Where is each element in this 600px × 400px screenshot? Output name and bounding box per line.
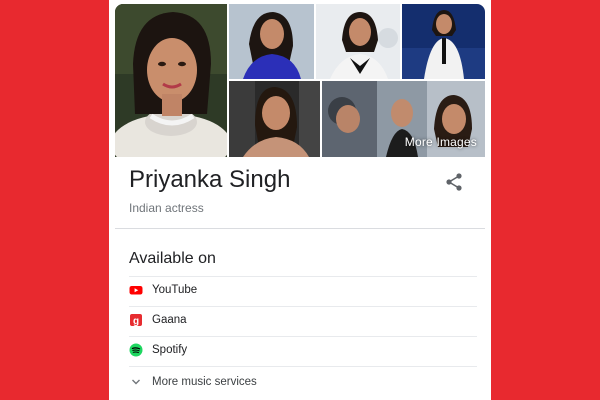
gallery-image-5[interactable] — [229, 81, 320, 157]
service-youtube[interactable]: YouTube — [129, 276, 477, 304]
entity-title: Priyanka Singh — [129, 166, 291, 193]
gallery-image-4[interactable] — [402, 4, 485, 79]
knowledge-panel-card: More Images Priyanka Singh Indian actres… — [109, 0, 491, 400]
gallery-image-3[interactable] — [316, 4, 400, 79]
gaana-icon: g — [129, 313, 143, 327]
service-label: Gaana — [152, 314, 187, 326]
share-icon[interactable] — [443, 171, 465, 193]
image-gallery: More Images — [115, 4, 485, 157]
service-label: Spotify — [152, 344, 188, 356]
more-music-services-button[interactable]: More music services — [129, 368, 477, 396]
gallery-image-2[interactable] — [229, 4, 314, 79]
service-label: YouTube — [152, 284, 198, 296]
more-images-link[interactable]: More Images — [405, 135, 477, 149]
spotify-icon — [129, 343, 143, 357]
chevron-down-icon — [129, 375, 143, 389]
gallery-image-6[interactable]: More Images — [322, 81, 485, 157]
available-on-heading: Available on — [129, 250, 216, 267]
service-gaana[interactable]: g Gaana — [129, 306, 477, 334]
section-divider — [115, 228, 485, 229]
more-music-services-label: More music services — [152, 376, 257, 388]
entity-description: Indian actress — [129, 201, 204, 215]
service-spotify[interactable]: Spotify — [129, 336, 477, 364]
youtube-icon — [129, 283, 143, 297]
gallery-image-main[interactable] — [115, 4, 227, 157]
svg-text:g: g — [133, 316, 139, 327]
row-divider — [129, 366, 477, 367]
